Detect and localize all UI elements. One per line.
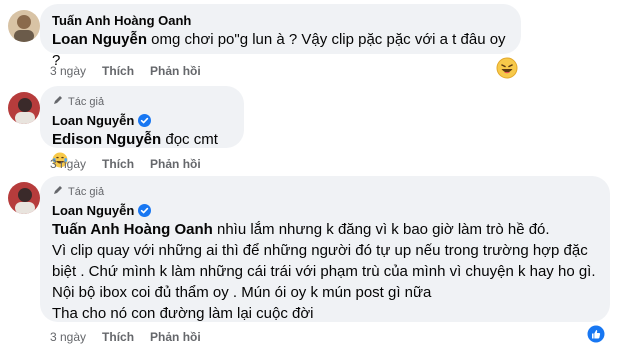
- comment-author[interactable]: Loan Nguyễn: [52, 112, 134, 129]
- comment-actions: 3 ngày Thích Phản hồi: [50, 156, 201, 172]
- author-badge-label: Tác giả: [68, 96, 105, 108]
- like-button[interactable]: Thích: [102, 156, 134, 172]
- like-thumb-icon[interactable]: [587, 325, 605, 348]
- avatar[interactable]: [8, 10, 40, 42]
- comment-text: Tuấn Anh Hoàng Oanh nhìu lắm nhưng k đăn…: [52, 219, 598, 324]
- comment-line: Tha cho nó con đường làm lại cuộc đời: [52, 305, 314, 322]
- comment-time[interactable]: 3 ngày: [50, 156, 86, 172]
- comment-bubble: Tác giả Loan Nguyễn Tuấn Anh Hoàng Oanh …: [40, 176, 610, 322]
- comment-bubble: Tuấn Anh Hoàng Oanh Loan Nguyễn omg chơi…: [40, 4, 521, 69]
- avatar[interactable]: [8, 182, 40, 214]
- mention-link[interactable]: Tuấn Anh Hoàng Oanh: [52, 221, 213, 238]
- pen-icon: [52, 184, 64, 200]
- comment-line: Nội bộ ibox coi đủ thẩm oy . Mún ói oy k…: [52, 284, 432, 301]
- comment-author[interactable]: Loan Nguyễn: [52, 202, 134, 219]
- comment-actions: 3 ngày Thích Phản hồi: [50, 329, 201, 345]
- mention-link[interactable]: Loan Nguyễn: [52, 31, 147, 48]
- comment-author[interactable]: Tuấn Anh Hoàng Oanh: [52, 12, 509, 29]
- author-badge: Tác giả: [52, 184, 598, 200]
- verified-badge-icon: [138, 204, 152, 217]
- mention-link[interactable]: Edison Nguyễn: [52, 131, 161, 148]
- comment-time[interactable]: 3 ngày: [50, 329, 86, 345]
- reply-button[interactable]: Phản hồi: [150, 329, 201, 345]
- comment-time[interactable]: 3 ngày: [50, 63, 86, 79]
- avatar[interactable]: [8, 92, 40, 124]
- reply-button[interactable]: Phản hồi: [150, 156, 201, 172]
- pen-icon: [52, 94, 64, 110]
- comment-line: Vì clip quay với những ai thì để những n…: [52, 242, 588, 259]
- comment-bubble: Tác giả Loan Nguyễn Edison Nguyễn đọc cm…: [40, 86, 244, 168]
- like-button[interactable]: Thích: [102, 329, 134, 345]
- comment-actions: 3 ngày Thích Phản hồi: [50, 63, 201, 79]
- reply-button[interactable]: Phản hồi: [150, 63, 201, 79]
- verified-badge-icon: [138, 114, 152, 127]
- like-button[interactable]: Thích: [102, 63, 134, 79]
- author-badge: Tác giả: [52, 94, 232, 110]
- comment-line: biệt . Chứ mình k làm những cái trái với…: [52, 263, 596, 280]
- author-badge-label: Tác giả: [68, 186, 105, 198]
- laughing-face-icon[interactable]: [496, 57, 518, 84]
